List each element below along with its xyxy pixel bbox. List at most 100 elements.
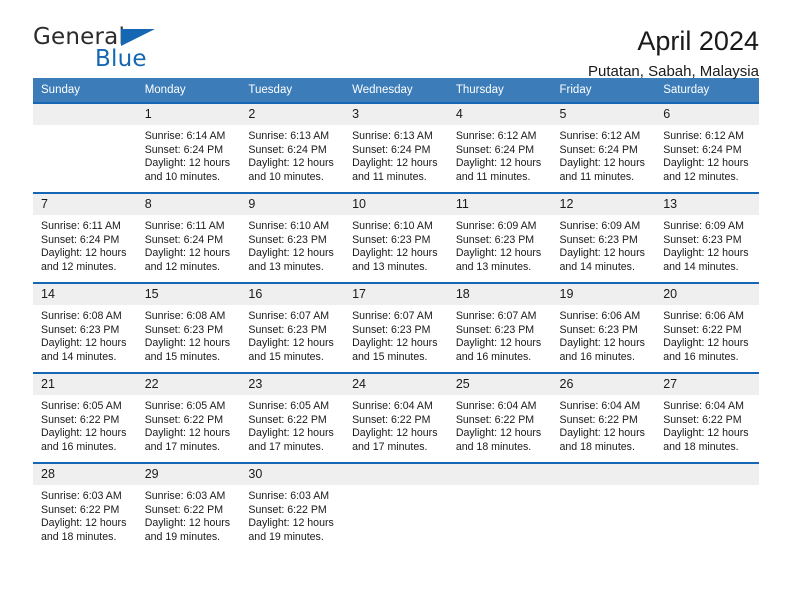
day-sun-info: Sunrise: 6:07 AM Sunset: 6:23 PM Daylight:…: [240, 305, 344, 364]
daylight-duration-line2: and 16 minutes.: [455, 350, 532, 363]
daylight-duration-line1: Daylight: 12 hours: [144, 517, 231, 530]
sunset-time: Sunset: 6:23 PM: [248, 323, 327, 336]
sunset-time: Sunset: 6:23 PM: [455, 233, 535, 246]
weekday-header-tuesday: Tuesday: [240, 78, 345, 103]
day-sun-info: Sunrise: 6:07 AM Sunset: 6:23 PM Daylight:…: [448, 305, 552, 364]
day-sun-info: Sunrise: 6:11 AM Sunset: 6:24 PM Daylight:…: [137, 215, 241, 274]
sunrise-sunset-calendar: Sunday Monday Tuesday Wednesday Thursday…: [33, 78, 759, 553]
daylight-duration-line2: and 19 minutes.: [248, 530, 324, 543]
daylight-duration-line1: Daylight: 12 hours: [663, 247, 749, 260]
daylight-duration-line1: Daylight: 12 hours: [455, 427, 542, 440]
calendar-body: 1 Sunrise: 6:14 AM Sunset: 6:24 PM Daylight…: [33, 102, 759, 553]
calendar-day-cell[interactable]: 28 Sunrise: 6:03 AM Sunset: 6:22 PM Dayligh…: [33, 462, 137, 553]
calendar-day-cell[interactable]: 19 Sunrise: 6:06 AM Sunset: 6:23 PM Dayligh…: [551, 282, 656, 373]
daylight-duration-line1: Daylight: 12 hours: [248, 337, 334, 350]
calendar-day-cell[interactable]: 26 Sunrise: 6:04 AM Sunset: 6:22 PM Dayligh…: [551, 372, 656, 463]
daylight-duration-line1: Daylight: 12 hours: [248, 157, 334, 170]
sunset-time: Sunset: 6:24 PM: [144, 143, 224, 156]
calendar-day-cell[interactable]: 5 Sunrise: 6:12 AM Sunset: 6:24 PM Daylight…: [551, 102, 656, 193]
day-number: 29: [136, 464, 241, 485]
daylight-duration-line2: and 13 minutes.: [352, 260, 428, 273]
sunset-time: Sunset: 6:22 PM: [41, 413, 120, 426]
day-number: 13: [655, 194, 759, 215]
sunrise-time: Sunrise: 6:08 AM: [144, 310, 226, 322]
calendar-day-cell[interactable]: 22 Sunrise: 6:05 AM Sunset: 6:22 PM Dayligh…: [136, 372, 241, 463]
daylight-duration-line1: Daylight: 12 hours: [41, 247, 127, 260]
day-number: 12: [551, 194, 656, 215]
calendar-day-cell[interactable]: 23 Sunrise: 6:05 AM Sunset: 6:22 PM Dayligh…: [240, 372, 345, 463]
calendar-day-cell[interactable]: 25 Sunrise: 6:04 AM Sunset: 6:22 PM Dayligh…: [447, 372, 552, 463]
calendar-day-cell[interactable]: 29 Sunrise: 6:03 AM Sunset: 6:22 PM Dayligh…: [136, 462, 241, 553]
day-sun-info: Sunrise: 6:03 AM Sunset: 6:22 PM Daylight:…: [240, 485, 344, 544]
sunrise-time: Sunrise: 6:09 AM: [455, 220, 537, 232]
sunset-time: Sunset: 6:22 PM: [663, 323, 742, 336]
day-sun-info: Sunrise: 6:04 AM Sunset: 6:22 PM Daylight:…: [655, 395, 759, 454]
daylight-duration-line2: and 13 minutes.: [248, 260, 324, 273]
sunrise-time: Sunrise: 6:10 AM: [352, 220, 433, 232]
day-sun-info: Sunrise: 6:13 AM Sunset: 6:24 PM Daylight:…: [240, 125, 344, 184]
daylight-duration-line2: and 12 minutes.: [41, 260, 117, 273]
sunrise-time: Sunrise: 6:13 AM: [352, 130, 433, 142]
sunset-time: Sunset: 6:22 PM: [663, 413, 742, 426]
calendar-day-cell[interactable]: 8 Sunrise: 6:11 AM Sunset: 6:24 PM Daylight…: [136, 192, 241, 283]
day-sun-info: Sunrise: 6:09 AM Sunset: 6:23 PM Daylight:…: [655, 215, 759, 274]
calendar-day-cell[interactable]: 27 Sunrise: 6:04 AM Sunset: 6:22 PM Dayligh…: [655, 372, 759, 463]
sunset-time: Sunset: 6:22 PM: [41, 503, 120, 516]
daylight-duration-line2: and 16 minutes.: [559, 350, 635, 363]
day-sun-info: Sunrise: 6:03 AM Sunset: 6:22 PM Daylight:…: [33, 485, 137, 544]
calendar-day-cell[interactable]: 17 Sunrise: 6:07 AM Sunset: 6:23 PM Dayligh…: [344, 282, 448, 373]
day-sun-info: Sunrise: 6:09 AM Sunset: 6:23 PM Daylight:…: [552, 215, 656, 274]
calendar-day-cell[interactable]: 13 Sunrise: 6:09 AM Sunset: 6:23 PM Dayligh…: [655, 192, 759, 283]
calendar-day-cell[interactable]: 15 Sunrise: 6:08 AM Sunset: 6:23 PM Dayligh…: [136, 282, 241, 373]
calendar-day-cell[interactable]: 4 Sunrise: 6:12 AM Sunset: 6:24 PM Daylight…: [447, 102, 552, 193]
sunset-time: Sunset: 6:23 PM: [352, 323, 431, 336]
calendar-day-cell[interactable]: 11 Sunrise: 6:09 AM Sunset: 6:23 PM Dayligh…: [447, 192, 552, 283]
daylight-duration-line2: and 18 minutes.: [455, 440, 532, 453]
calendar-day-cell[interactable]: 21 Sunrise: 6:05 AM Sunset: 6:22 PM Dayligh…: [33, 372, 137, 463]
calendar-day-cell[interactable]: 10 Sunrise: 6:10 AM Sunset: 6:23 PM Dayligh…: [344, 192, 448, 283]
daylight-duration-line2: and 17 minutes.: [144, 440, 221, 453]
day-sun-info: Sunrise: 6:10 AM Sunset: 6:23 PM Daylight:…: [240, 215, 344, 274]
sunset-time: Sunset: 6:22 PM: [144, 503, 224, 516]
daylight-duration-line2: and 13 minutes.: [455, 260, 532, 273]
calendar-day-cell[interactable]: 14 Sunrise: 6:08 AM Sunset: 6:23 PM Dayligh…: [33, 282, 137, 373]
sunrise-time: Sunrise: 6:07 AM: [455, 310, 537, 322]
calendar-day-cell[interactable]: 9 Sunrise: 6:10 AM Sunset: 6:23 PM Daylight…: [240, 192, 345, 283]
calendar-page: General Blue April 2024 Putatan, Sabah, …: [0, 0, 792, 612]
day-sun-info: Sunrise: 6:05 AM Sunset: 6:22 PM Daylight:…: [137, 395, 241, 454]
sunrise-time: Sunrise: 6:09 AM: [663, 220, 744, 232]
calendar-day-cell[interactable]: 3 Sunrise: 6:13 AM Sunset: 6:24 PM Daylight…: [344, 102, 448, 193]
daylight-duration-line1: Daylight: 12 hours: [559, 427, 645, 440]
calendar-day-cell[interactable]: 2 Sunrise: 6:13 AM Sunset: 6:24 PM Daylight…: [240, 102, 345, 193]
daylight-duration-line1: Daylight: 12 hours: [559, 247, 645, 260]
sunset-time: Sunset: 6:22 PM: [455, 413, 535, 426]
calendar-day-cell[interactable]: 6 Sunrise: 6:12 AM Sunset: 6:24 PM Daylight…: [655, 102, 759, 193]
weekday-header-monday: Monday: [136, 78, 241, 103]
day-sun-info: Sunrise: 6:08 AM Sunset: 6:23 PM Daylight:…: [137, 305, 241, 364]
day-number: 26: [551, 374, 656, 395]
calendar-day-cell[interactable]: 18 Sunrise: 6:07 AM Sunset: 6:23 PM Dayligh…: [447, 282, 552, 373]
day-number: 6: [655, 104, 759, 125]
calendar-day-cell[interactable]: 1 Sunrise: 6:14 AM Sunset: 6:24 PM Daylight…: [136, 102, 241, 193]
daylight-duration-line2: and 15 minutes.: [248, 350, 324, 363]
sunrise-time: Sunrise: 6:04 AM: [559, 400, 641, 412]
calendar-day-cell[interactable]: 30 Sunrise: 6:03 AM Sunset: 6:22 PM Dayligh…: [240, 462, 345, 553]
calendar-day-cell[interactable]: 20 Sunrise: 6:06 AM Sunset: 6:22 PM Dayligh…: [655, 282, 759, 373]
calendar-day-cell[interactable]: 24 Sunrise: 6:04 AM Sunset: 6:22 PM Dayligh…: [344, 372, 448, 463]
calendar-day-cell[interactable]: 16 Sunrise: 6:07 AM Sunset: 6:23 PM Dayligh…: [240, 282, 345, 373]
day-sun-info: Sunrise: 6:04 AM Sunset: 6:22 PM Daylight:…: [344, 395, 448, 454]
daylight-duration-line2: and 14 minutes.: [559, 260, 635, 273]
sunrise-time: Sunrise: 6:04 AM: [455, 400, 537, 412]
daylight-duration-line1: Daylight: 12 hours: [41, 517, 127, 530]
daylight-duration-line1: Daylight: 12 hours: [663, 427, 749, 440]
calendar-empty-cell: [447, 462, 552, 553]
logo-text-blue: Blue: [95, 46, 147, 72]
daylight-duration-line2: and 11 minutes.: [559, 170, 635, 183]
day-sun-info: Sunrise: 6:10 AM Sunset: 6:23 PM Daylight:…: [344, 215, 448, 274]
calendar-day-cell[interactable]: 12 Sunrise: 6:09 AM Sunset: 6:23 PM Dayligh…: [551, 192, 656, 283]
day-sun-info: Sunrise: 6:07 AM Sunset: 6:23 PM Daylight:…: [344, 305, 448, 364]
daylight-duration-line1: Daylight: 12 hours: [248, 517, 334, 530]
general-blue-logo[interactable]: General Blue: [33, 26, 213, 78]
day-number: 24: [344, 374, 448, 395]
calendar-day-cell[interactable]: 7 Sunrise: 6:11 AM Sunset: 6:24 PM Daylight…: [33, 192, 137, 283]
